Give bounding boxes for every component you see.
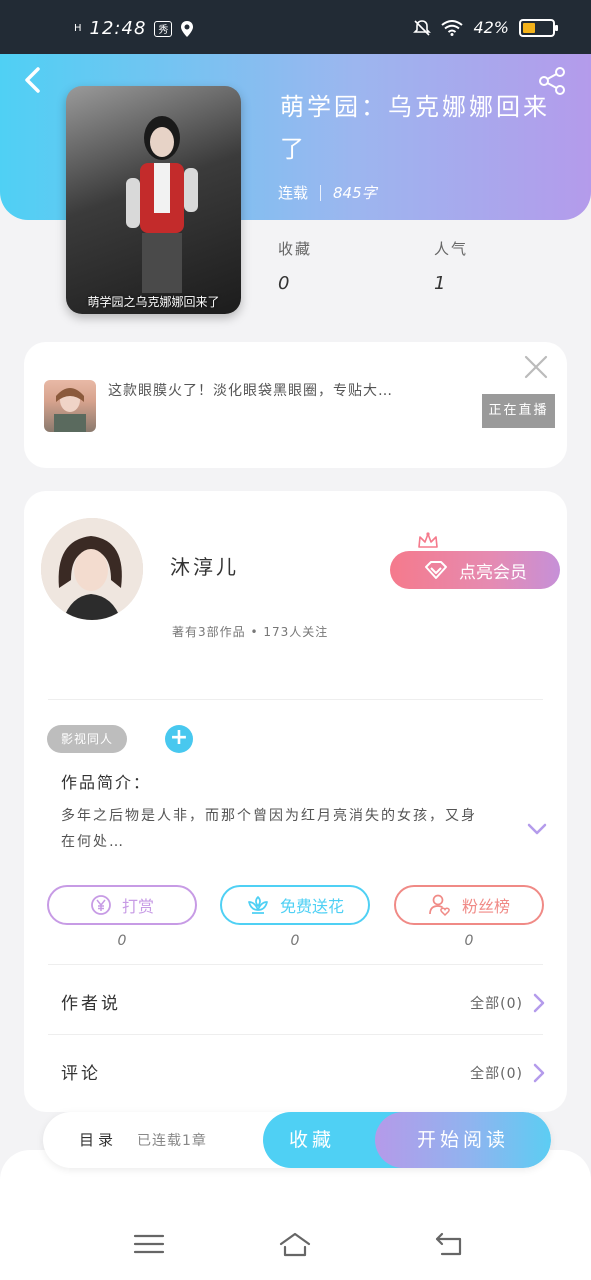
ad-close-button[interactable] [523,354,549,380]
book-title: 萌学园：乌克娜娜回来了 [280,93,550,163]
chevron-left-icon [25,67,40,93]
back-button[interactable] [22,66,46,96]
cover-caption: 萌学园之乌克娜娜回来了 [87,295,220,309]
stat-value: 1 [434,273,446,294]
fan-ranking-button[interactable]: 粉丝榜 [394,885,544,925]
location-icon [181,20,194,37]
system-navigation-bar [0,1150,591,1280]
stat-label: 人气 [434,240,469,258]
intro-text: 多年之后物是人非，而那个曾因为红月亮消失的女孩，又身在何处… [61,808,477,850]
tip-button[interactable]: 打赏 [47,885,197,925]
divider [48,1034,543,1035]
back-nav-icon[interactable] [432,1230,466,1258]
ad-banner[interactable]: 这款眼膜火了！淡化眼袋黑眼圈，专贴大… 正在直播 [24,342,567,468]
diamond-icon [425,561,447,579]
send-flower-button[interactable]: 免费送花 [220,885,370,925]
book-detail-card: 沐淳儿 著有3部作品 • 173人关注 点亮会员 影视同人 + 作品简介： 多年… [24,491,567,1112]
stat-favorites: 收藏 0 [278,238,312,294]
author-meta: 著有3部作品 • 173人关注 [172,625,329,639]
battery-icon [519,18,558,37]
chevron-right-icon [533,993,545,1013]
divider [48,964,543,965]
tip-count: 0 [117,933,127,949]
tip-label: 打赏 [121,897,154,916]
comments-title: 评论 [61,1064,101,1084]
author-notes-count: 全部(0) [470,996,523,1012]
ad-live-status[interactable]: 正在直播 [482,394,555,428]
flower-icon [248,896,268,914]
comments-count: 全部(0) [470,1066,523,1082]
clock: 12:48 [89,18,147,39]
chevron-right-icon [533,1063,545,1083]
toc-button[interactable]: 目录 [79,1129,117,1150]
cover-figure-illustration [126,116,198,293]
yuan-coin-icon [91,895,111,915]
author-notes-title: 作者说 [61,994,121,1014]
start-reading-button[interactable]: 开始阅读 [375,1112,551,1168]
user-heart-icon [429,894,450,917]
ad-text: 这款眼膜火了！淡化眼袋黑眼圈，专贴大… [108,383,393,399]
status-bar: H 12:48 秀 42% [0,0,591,54]
stat-value: 0 [278,273,290,294]
genre-tag[interactable]: 影视同人 [47,725,128,753]
close-icon [524,355,548,379]
battery-percent: 42% [473,18,509,37]
meta-separator [320,184,322,201]
app-badge-icon: 秀 [154,20,173,37]
add-tag-button[interactable]: + [165,725,193,753]
mute-bell-icon [413,19,432,36]
comments-row[interactable]: 评论 全部(0) [24,1037,567,1105]
stat-label: 收藏 [278,240,313,258]
stat-popularity: 人气 1 [434,238,468,294]
intro-title: 作品简介： [61,773,152,792]
expand-intro-button[interactable] [526,821,548,835]
flower-count: 0 [290,933,300,949]
divider [48,699,543,700]
wifi-icon [441,19,464,36]
word-count: 845字 [333,184,377,202]
bottom-action-bar: 目录 已连载1章 收藏 开始阅读 [43,1112,551,1168]
book-cover[interactable]: 萌学园之乌克娜娜回来了 [66,86,241,314]
chevron-down-icon [527,823,547,835]
crown-icon [418,532,438,548]
signal-indicator: H [74,23,82,34]
chapter-status: 已连载1章 [137,1133,207,1149]
vip-button[interactable]: 点亮会员 [390,551,560,589]
author-avatar[interactable] [41,518,143,620]
book-status: 连载 [278,184,309,202]
fan-ranking-label: 粉丝榜 [461,897,510,916]
author-name[interactable]: 沐淳儿 [170,551,239,580]
send-flower-label: 免费送花 [279,897,344,916]
book-meta: 连载 845字 [278,182,377,203]
menu-icon[interactable] [132,1230,166,1258]
ad-thumbnail [44,380,96,432]
home-icon[interactable] [278,1230,312,1258]
author-notes-row[interactable]: 作者说 全部(0) [24,967,567,1035]
vip-label: 点亮会员 [459,562,527,583]
fan-count: 0 [464,933,474,949]
